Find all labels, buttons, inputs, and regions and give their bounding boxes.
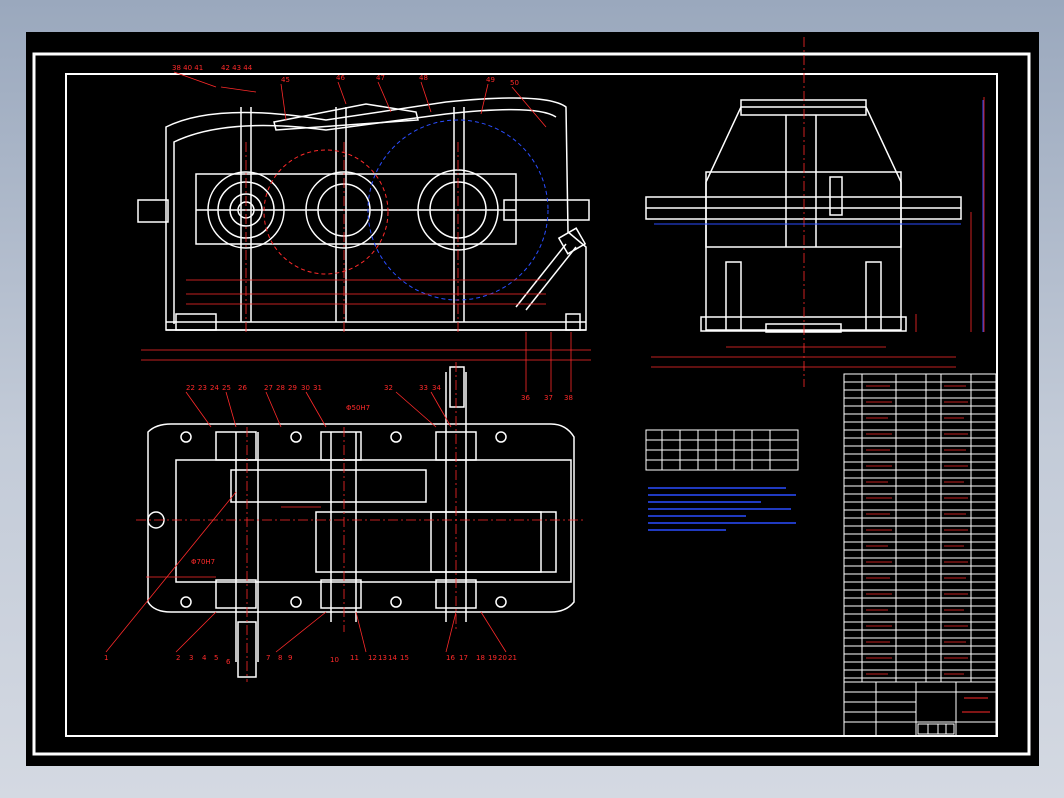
plan-callout-label: 13 (378, 654, 387, 662)
plan-callout-label: 22 (186, 384, 195, 392)
plan-callout-label: 29 (288, 384, 297, 392)
front-callout-label: 50 (510, 79, 519, 87)
plan-callout-label: 19 (488, 654, 497, 662)
front-callout-label: 45 (281, 76, 290, 84)
cad-drawing: 38 40 41 42 43 44 45 46 47 48 49 50 36 3… (32, 37, 1031, 756)
plan-callout-label: 32 (384, 384, 393, 392)
outer-frame (32, 52, 1031, 756)
plan-callout-label: 33 (419, 384, 428, 392)
plan-callout-label: 7 (266, 654, 270, 662)
side-view (645, 99, 962, 333)
front-callout-label: 36 (521, 394, 530, 402)
front-view (137, 97, 590, 331)
plan-callout-label: 34 (432, 384, 441, 392)
plan-callout-label: 17 (459, 654, 468, 662)
front-callout-label: 46 (336, 74, 345, 82)
technical-notes (648, 487, 796, 531)
front-callout-label: 37 (544, 394, 553, 402)
plan-callout-label: 6 (226, 658, 231, 666)
parts-list-entries (866, 385, 968, 675)
front-callout-label: 38 40 41 (172, 64, 203, 72)
plan-callout-label: 23 (198, 384, 207, 392)
side-view-center-lines (654, 100, 984, 332)
plan-callout-label: 27 (264, 384, 273, 392)
plan-callout-label: 8 (278, 654, 282, 662)
plan-callout-label: 18 (476, 654, 485, 662)
plan-callout-label: 14 (388, 654, 397, 662)
plan-callout-label: 25 (222, 384, 231, 392)
plan-callout-label: 30 (301, 384, 310, 392)
title-block (844, 681, 996, 736)
plan-callout-label: 4 (202, 654, 207, 662)
fit-label: Φ70H7 (191, 558, 215, 566)
drawing-sheet: 38 40 41 42 43 44 45 46 47 48 49 50 36 3… (26, 32, 1039, 766)
plan-callout-label: 3 (189, 654, 193, 662)
plan-callout-label: 11 (350, 654, 359, 662)
front-callout-label: 48 (419, 74, 428, 82)
plan-callout-label: 1 (104, 654, 108, 662)
front-callout-label: 38 (564, 394, 573, 402)
side-view-dimensions (651, 37, 985, 387)
front-callout-label: 49 (486, 76, 495, 84)
plan-callout-label: 12 (368, 654, 377, 662)
plan-callout-label: 31 (313, 384, 322, 392)
front-view-dimensions (141, 71, 591, 392)
front-callout-label: 42 43 44 (221, 64, 253, 72)
title-block-entries (962, 697, 990, 713)
plan-callout-label: 9 (288, 654, 292, 662)
plan-callout-label: 26 (238, 384, 247, 392)
fit-label: Φ50H7 (346, 404, 370, 412)
front-callout-label: 47 (376, 74, 385, 82)
plan-callout-label: 2 (176, 654, 180, 662)
plan-callout-label: 28 (276, 384, 285, 392)
plan-callout-label: 16 (446, 654, 455, 662)
plan-callout-label: 15 (400, 654, 409, 662)
characteristics-table (645, 429, 799, 471)
plan-callout-label: 10 (330, 656, 339, 664)
plan-callout-label: 24 (210, 384, 219, 392)
plan-callout-label: 5 (214, 654, 218, 662)
plan-callout-label: 21 (508, 654, 517, 662)
plan-callout-label: 20 (498, 654, 507, 662)
